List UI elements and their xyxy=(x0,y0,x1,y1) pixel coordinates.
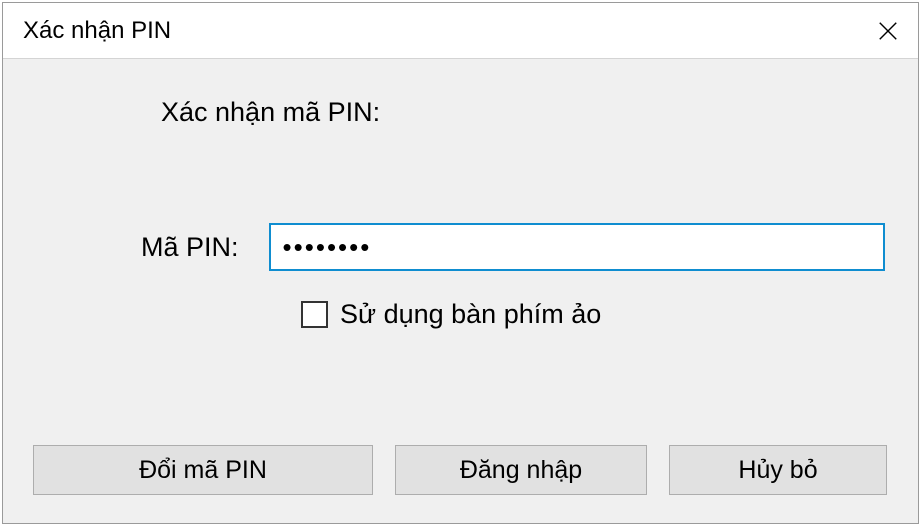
dialog-title: Xác nhận PIN xyxy=(23,17,171,45)
button-row: Đổi mã PIN Đăng nhập Hủy bỏ xyxy=(3,445,918,523)
pin-confirm-dialog: Xác nhận PIN Xác nhận mã PIN: Mã PIN: Sử… xyxy=(2,2,919,524)
dialog-content: Xác nhận mã PIN: Mã PIN: Sử dụng bàn phí… xyxy=(3,59,918,445)
close-icon xyxy=(877,20,899,42)
virtual-keyboard-row: Sử dụng bàn phím ảo xyxy=(301,299,888,330)
titlebar: Xác nhận PIN xyxy=(3,3,918,59)
confirm-pin-heading: Xác nhận mã PIN: xyxy=(161,97,888,128)
close-button[interactable] xyxy=(858,3,918,59)
pin-input-row: Mã PIN: xyxy=(141,223,888,271)
virtual-keyboard-checkbox[interactable] xyxy=(301,301,328,328)
login-button[interactable]: Đăng nhập xyxy=(395,445,647,495)
cancel-button[interactable]: Hủy bỏ xyxy=(669,445,887,495)
pin-input[interactable] xyxy=(269,223,885,271)
virtual-keyboard-label[interactable]: Sử dụng bàn phím ảo xyxy=(340,299,601,330)
change-pin-button[interactable]: Đổi mã PIN xyxy=(33,445,373,495)
pin-label: Mã PIN: xyxy=(141,232,239,263)
